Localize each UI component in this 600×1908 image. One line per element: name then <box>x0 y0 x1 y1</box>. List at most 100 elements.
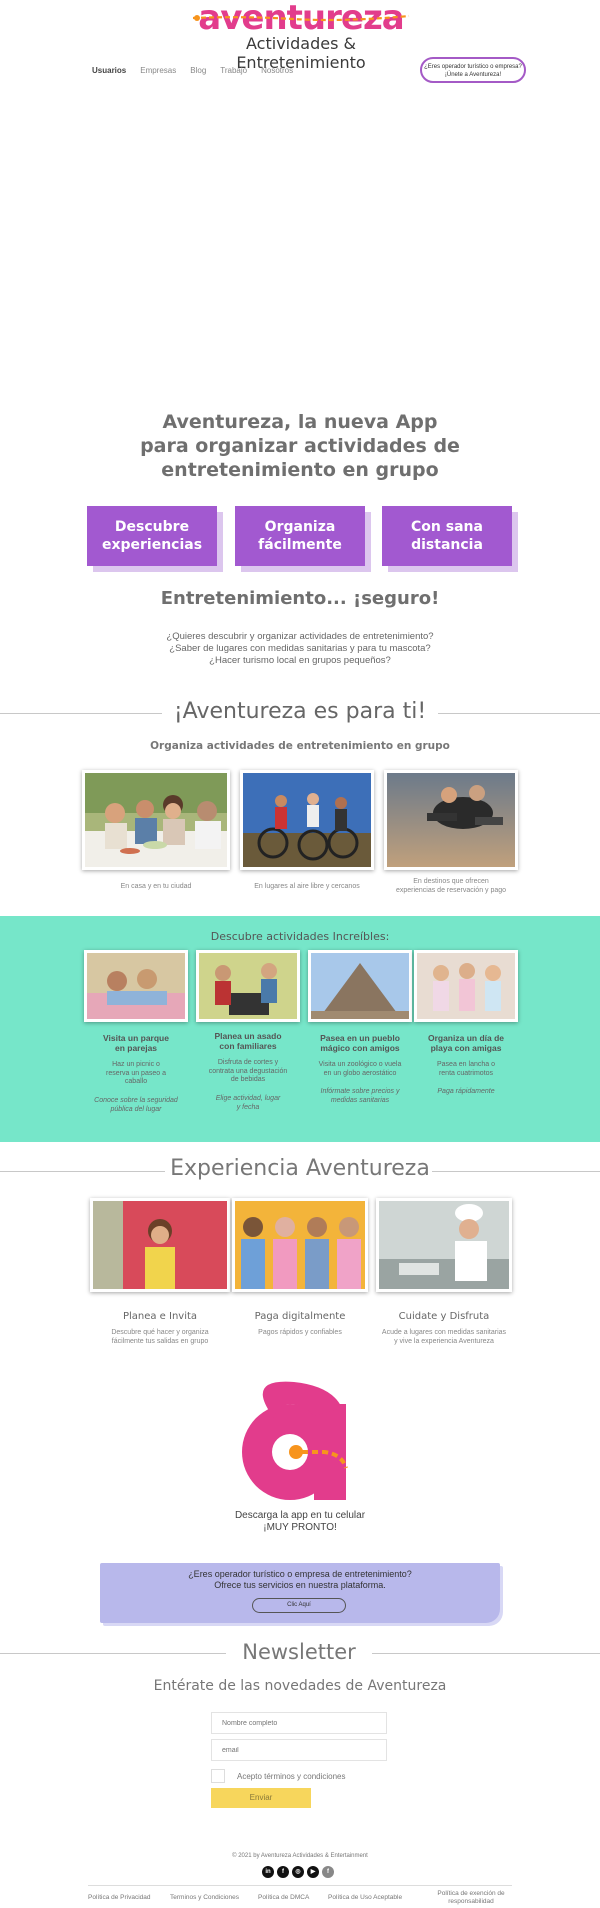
text-line: Visita un parque <box>103 1033 169 1043</box>
exp-title-paga: Paga digitalmente <box>254 1311 346 1322</box>
activity-title: Pasea en un pueblo mágico con amigos <box>308 1033 412 1053</box>
nav-trabajo[interactable]: Trabajo <box>220 66 247 75</box>
exp-desc-cuidate: Acude a lugares con medidas sanitarias y … <box>370 1329 518 1346</box>
youtube-icon[interactable]: ▶ <box>307 1866 319 1878</box>
text-line: Disfruta de cortes y <box>217 1059 279 1066</box>
caption-en-casa: En casa y en tu ciudad <box>120 883 192 890</box>
divider-line <box>372 1653 600 1654</box>
nav-empresas[interactable]: Empresas <box>140 66 176 75</box>
text-line: Ofrece tus servicios en nuestra platafor… <box>214 1580 386 1590</box>
woman-phone-photo <box>90 1198 230 1292</box>
text-line: Infórmate sobre precios y <box>320 1088 400 1095</box>
beach-photo <box>414 950 518 1022</box>
divider-line <box>438 713 600 714</box>
operator-btn-line1: ¿Eres operador turístico o empresa? <box>424 64 522 70</box>
activity-desc: Visita un zoológico o vuela en un globo a… <box>308 1061 412 1078</box>
operator-btn-line2: ¡Únete a Aventureza! <box>444 71 502 78</box>
hero-title-line1: Aventureza, la nueva App <box>162 411 438 433</box>
dmca-link[interactable]: Política de DMCA <box>258 1894 309 1901</box>
tagline: Entretenimiento... ¡seguro! <box>160 588 440 609</box>
text-line: Elige actividad, lugar <box>215 1095 281 1102</box>
divider-line <box>0 1171 165 1172</box>
actividades-title: Descubre actividades Increíbles: <box>210 930 390 943</box>
btn-label: experiencias <box>101 537 203 553</box>
clic-aqui-button[interactable]: Clic Aquí <box>252 1598 346 1613</box>
text-line: y fecha <box>236 1103 260 1111</box>
text-line: Acude a lugares con medidas sanitarias <box>381 1329 507 1336</box>
text-line: de bebidas <box>230 1076 266 1083</box>
hero-title-line3: entretenimiento en grupo <box>161 459 439 481</box>
divider-line <box>0 1653 226 1654</box>
nav-usuarios[interactable]: Usuarios <box>92 66 126 75</box>
activity-desc: Disfruta de cortes y contrata una degusta… <box>196 1059 300 1085</box>
terms-label: Acepto términos y condiciones <box>237 1772 346 1781</box>
text-line: fácilmente tus salidas en grupo <box>111 1337 209 1345</box>
organiza-facilmente-button[interactable]: Organiza fácilmente <box>235 506 365 566</box>
divider-line <box>432 1171 600 1172</box>
chef-photo <box>376 1198 512 1292</box>
name-input[interactable] <box>211 1712 387 1734</box>
activity-desc: Haz un picnic o reserva un paseo a caballo <box>84 1061 188 1087</box>
question: ¿Saber de lugares con medidas sanitarias… <box>169 643 431 654</box>
email-input[interactable] <box>211 1739 387 1761</box>
text-line: con familiares <box>219 1041 277 1051</box>
text-line: Organiza un día de <box>427 1033 505 1043</box>
hero-title-line2: para organizar actividades de <box>140 435 460 457</box>
acceptable-use-link[interactable]: Política de Uso Aceptable <box>328 1894 402 1901</box>
terms-checkbox[interactable] <box>211 1769 225 1783</box>
activity-title: Organiza un día de playa con amigas <box>414 1033 518 1053</box>
text-line: ¡MUY PRONTO! <box>263 1522 337 1533</box>
activity-title: Visita un parque en parejas <box>84 1033 188 1053</box>
text-line: Visita un zoológico o vuela <box>318 1061 402 1068</box>
text-line: Conoce sobre la seguridad <box>94 1097 178 1104</box>
facebook-alt-icon[interactable]: f <box>322 1866 334 1878</box>
terms-link[interactable]: Terminos y Condiciones <box>170 1894 239 1901</box>
operator-join-button[interactable]: ¿Eres operador turístico o empresa? ¡Úne… <box>420 57 526 83</box>
text-line: Descarga la app en tu celular <box>234 1510 366 1521</box>
text-line: playa con amigas <box>430 1043 502 1053</box>
instagram-icon[interactable]: ◎ <box>292 1866 304 1878</box>
linkedin-icon[interactable]: in <box>262 1866 274 1878</box>
text-line: medidas sanitarias <box>330 1096 390 1104</box>
text-line: Pasea en un pueblo <box>320 1033 400 1043</box>
bbq-photo <box>196 950 300 1022</box>
text-line: Paga rápidamente <box>437 1088 495 1095</box>
divider-line <box>0 713 162 714</box>
activity-link[interactable]: Infórmate sobre precios y medidas sanitar… <box>308 1088 412 1105</box>
nav-blog[interactable]: Blog <box>190 66 206 75</box>
picnic-photo <box>84 950 188 1022</box>
text-line: renta cuatrimotos <box>438 1069 494 1077</box>
btn-label: fácilmente <box>258 537 342 553</box>
download-text: Descarga la app en tu celular ¡MUY PRONT… <box>180 1510 420 1534</box>
text-line: reserva un paseo a <box>106 1069 166 1077</box>
text-line: Planea un asado <box>214 1031 282 1041</box>
activity-link[interactable]: Conoce sobre la seguridad pública del lug… <box>84 1097 188 1114</box>
logo-dot <box>194 15 200 21</box>
newsletter-subtitle: Entérate de las novedades de Aventureza <box>153 1678 447 1694</box>
send-button[interactable]: Enviar <box>211 1788 311 1808</box>
para-ti-title: ¡Aventureza es para ti! <box>173 699 427 724</box>
descubre-experiencias-button[interactable]: Descubre experiencias <box>87 506 217 566</box>
exp-title-cuidate: Cuidate y Disfruta <box>398 1311 490 1322</box>
text-line: y vive la experiencia Aventureza <box>394 1337 494 1345</box>
btn-label: Descubre <box>114 519 190 535</box>
activity-desc: Pasea en lancha o renta cuatrimotos <box>414 1061 518 1078</box>
facebook-icon[interactable]: f <box>277 1866 289 1878</box>
nav-nosotros[interactable]: Nosotros <box>261 66 293 75</box>
disclaimer-link[interactable]: Política de exención de responsabilidad <box>430 1890 512 1905</box>
hero-title: Aventureza, la nueva App para organizar … <box>120 410 480 482</box>
activity-link[interactable]: Paga rápidamente <box>414 1088 518 1097</box>
caption-line: experiencias de reservación y pago <box>395 887 507 894</box>
question: ¿Quieres descubrir y organizar actividad… <box>166 631 434 642</box>
family-meal-photo <box>82 770 230 870</box>
text-line: en un globo aerostático <box>323 1069 397 1077</box>
cta-text: ¿Eres operador turístico o empresa de en… <box>100 1569 500 1591</box>
caption-aire-libre: En lugares al aire libre y cercanos <box>254 883 360 890</box>
con-sana-distancia-button[interactable]: Con sana distancia <box>382 506 512 566</box>
text-line: pública del lugar <box>110 1105 162 1113</box>
skydiving-photo <box>384 770 518 870</box>
activity-link[interactable]: Elige actividad, lugar y fecha <box>196 1095 300 1112</box>
privacy-link[interactable]: Política de Privacidad <box>88 1894 151 1901</box>
text-line: ¿Eres operador turístico o empresa de en… <box>188 1569 412 1579</box>
caption-destinos: En destinos que ofrecen experiencias de … <box>384 877 518 895</box>
